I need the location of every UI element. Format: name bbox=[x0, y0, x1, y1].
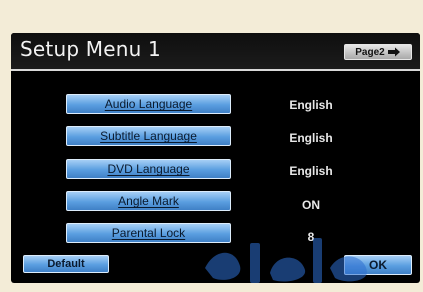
title-bar: Setup Menu 1 Page2 bbox=[11, 33, 420, 69]
dvd-language-value: English bbox=[289, 164, 333, 178]
ok-button[interactable]: OK bbox=[344, 255, 412, 275]
arrow-right-icon bbox=[387, 47, 400, 57]
device-frame: Setup Menu 1 Page2 Audio Language Englis… bbox=[0, 0, 423, 292]
setup-menu-screen: Setup Menu 1 Page2 Audio Language Englis… bbox=[11, 33, 420, 283]
angle-mark-value: ON bbox=[302, 198, 320, 212]
page-title: Setup Menu 1 bbox=[20, 37, 161, 61]
page2-button[interactable]: Page2 bbox=[344, 44, 412, 60]
audio-language-button[interactable]: Audio Language bbox=[66, 94, 231, 114]
title-divider bbox=[11, 69, 420, 71]
angle-mark-button[interactable]: Angle Mark bbox=[66, 191, 231, 211]
subtitle-language-button[interactable]: Subtitle Language bbox=[66, 126, 231, 146]
subtitle-language-value: English bbox=[289, 131, 333, 145]
parental-lock-value: 8 bbox=[307, 230, 315, 244]
page2-label: Page2 bbox=[355, 46, 385, 58]
audio-language-value: English bbox=[289, 98, 333, 112]
default-button[interactable]: Default bbox=[23, 255, 109, 273]
dvd-language-button[interactable]: DVD Language bbox=[66, 159, 231, 179]
parental-lock-button[interactable]: Parental Lock bbox=[66, 223, 231, 243]
